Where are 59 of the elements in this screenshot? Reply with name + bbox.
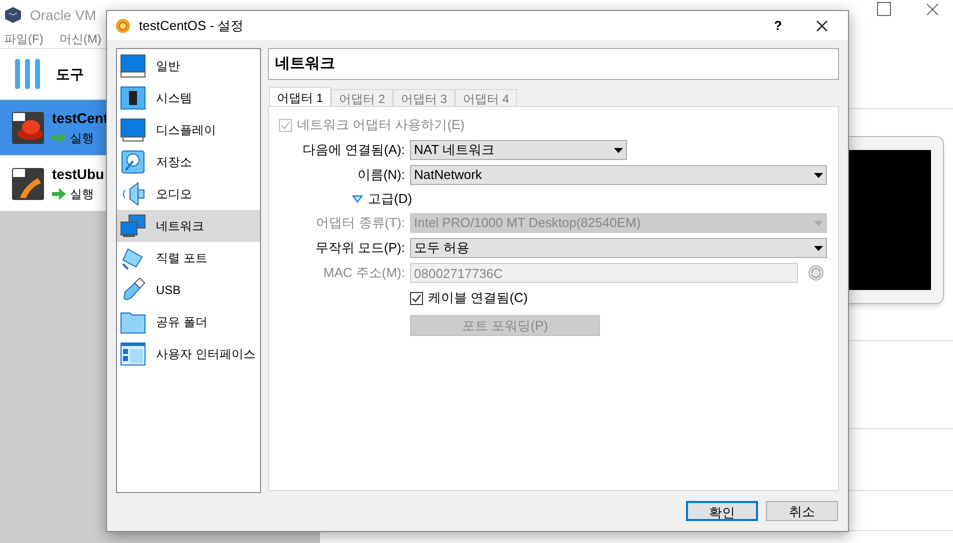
category-item[interactable]: 직렬 포트 bbox=[117, 242, 260, 274]
field-label: 무작위 모드(P): bbox=[314, 239, 406, 258]
arrow-icon bbox=[52, 188, 66, 200]
field-label: MAC 주소(M): bbox=[322, 264, 406, 282]
window-title: Oracle VM bbox=[30, 6, 96, 24]
tab[interactable]: 어댑터 2 bbox=[331, 89, 394, 106]
field-label: 이름(N): bbox=[356, 166, 406, 184]
menu-item[interactable]: 파일(F) bbox=[4, 30, 44, 48]
vm-status: 실행 bbox=[70, 130, 94, 147]
maximize-button[interactable] bbox=[877, 2, 891, 16]
category-item[interactable]: 공유 폴더 bbox=[117, 306, 260, 338]
dropdown[interactable]: 모두 허용 bbox=[410, 238, 827, 258]
dropdown[interactable]: NatNetwork bbox=[410, 165, 827, 185]
category-item[interactable]: 사용자 인터페이스 bbox=[117, 338, 260, 370]
vm-name: testCent bbox=[52, 109, 108, 128]
category-item[interactable]: USB bbox=[117, 274, 260, 306]
gear-icon bbox=[115, 18, 131, 34]
checkbox[interactable] bbox=[410, 292, 423, 304]
window-layout-icon bbox=[120, 342, 146, 366]
checkbox-label: 케이블 연결됨(C) bbox=[428, 289, 528, 308]
category-item[interactable]: 시스템 bbox=[117, 82, 260, 114]
chip-icon bbox=[120, 86, 146, 110]
help-button[interactable]: ? bbox=[760, 16, 796, 36]
category-item[interactable]: 저장소 bbox=[117, 146, 260, 178]
category-item[interactable]: 오디오 bbox=[117, 178, 260, 210]
page-title: 네트워크 bbox=[268, 48, 839, 80]
caret-icon bbox=[814, 172, 823, 178]
dropdown[interactable]: NAT 네트워크 bbox=[410, 140, 627, 160]
monitor-icon bbox=[120, 54, 146, 78]
menu-item[interactable]: 머신(M) bbox=[59, 30, 102, 48]
category-item[interactable]: 네트워크 bbox=[117, 210, 260, 242]
dialog-title: testCentOS - 설정 bbox=[139, 16, 244, 35]
field-label: 다음에 연결됨(A): bbox=[301, 141, 406, 160]
tab[interactable]: 어댑터 1 bbox=[269, 87, 332, 106]
advanced-toggle[interactable]: 고급(D) bbox=[352, 189, 412, 209]
vm-status: 실행 bbox=[70, 186, 94, 203]
dialog-button[interactable]: 확인 bbox=[686, 501, 758, 521]
caret-icon bbox=[814, 220, 823, 226]
triangle-icon bbox=[352, 195, 363, 203]
category-item[interactable]: 디스플레이 bbox=[117, 114, 260, 146]
network-icon bbox=[120, 214, 146, 238]
category-item[interactable]: 일반 bbox=[117, 50, 260, 82]
app-logo-icon bbox=[4, 6, 22, 24]
caret-icon bbox=[614, 148, 623, 152]
refresh-icon[interactable] bbox=[808, 265, 824, 281]
speaker-icon bbox=[120, 182, 146, 206]
field-label: 어댑터 종류(T): bbox=[315, 214, 406, 232]
tab[interactable]: 어댑터 3 bbox=[393, 89, 456, 106]
checkbox-label: 네트워크 어댑터 사용하기(E) bbox=[297, 116, 465, 134]
vm-name: testUbu bbox=[52, 165, 104, 184]
caret-icon bbox=[814, 246, 823, 250]
dialog-button[interactable]: 취소 bbox=[766, 501, 838, 521]
hat-icon bbox=[12, 112, 44, 144]
tab[interactable]: 어댑터 4 bbox=[455, 89, 518, 106]
folder-icon bbox=[120, 310, 146, 334]
monitor-icon bbox=[120, 118, 146, 142]
arrow-icon bbox=[52, 132, 66, 144]
close-icon[interactable] bbox=[816, 20, 828, 32]
os-logo-icon bbox=[12, 168, 44, 200]
